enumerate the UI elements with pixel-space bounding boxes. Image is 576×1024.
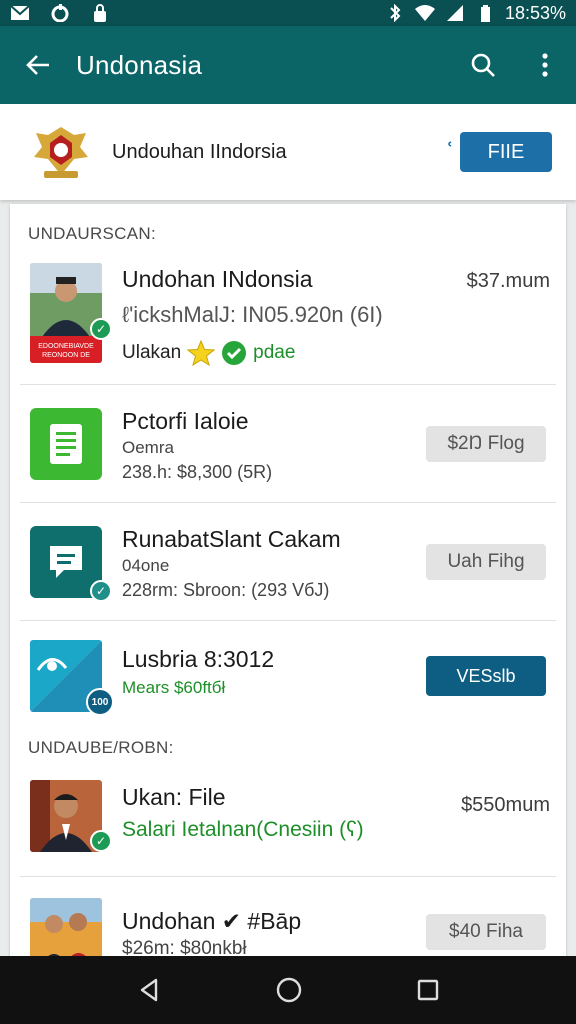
item-title: Undohan ✔ #Bāp	[122, 908, 302, 934]
item-price: $37.mum	[466, 270, 550, 292]
item-subtitle: Salari Ietalnan(Cnesiin (ʕ)	[122, 818, 364, 841]
sync-icon	[51, 4, 69, 22]
signal-icon	[446, 5, 463, 21]
divider	[20, 502, 556, 503]
section-header: UNDAUBE/ROBN:	[28, 738, 174, 757]
list-item[interactable]: 100 Lusbria 8:3012 Mears $60ftбł VESslb	[20, 636, 556, 716]
back-triangle-icon[interactable]	[136, 977, 162, 1003]
star-icon	[187, 340, 216, 366]
count-badge: 100	[86, 688, 114, 716]
arrow-left-icon	[26, 55, 49, 75]
battery-icon	[480, 5, 490, 22]
home-circle-icon[interactable]	[275, 976, 303, 1004]
list-item[interactable]: ✓ Ukan: File Salari Ietalnan(Cnesiin (ʕ)…	[20, 774, 556, 870]
search-icon	[471, 53, 495, 77]
list-item[interactable]: ✓ RunabatSlant Cakam 04one 228rm: Sbroon…	[20, 518, 556, 618]
divider	[20, 876, 556, 877]
person-photo: EDOONEBIAVDE REONOON DE	[30, 263, 102, 363]
results-card: UNDAURSCAN: EDOONEBIAVDE REONOON DE ✓ Un…	[10, 204, 566, 964]
document-app-icon	[30, 408, 102, 480]
item-subtitle: 04one	[122, 556, 170, 575]
item-action-button[interactable]: $40 Fiha	[426, 914, 546, 950]
mail-icon	[10, 5, 30, 20]
bluetooth-icon	[390, 4, 401, 22]
more-options-button[interactable]	[514, 52, 576, 78]
item-meta: 238.h: $8,300 (5R)	[122, 462, 273, 482]
info-icon[interactable]: ʿ	[445, 137, 454, 168]
item-title: Undohan INdonsia	[122, 266, 313, 292]
item-status-line: Ulakan pdae	[122, 340, 295, 366]
item-action-button[interactable]: Uah Fihg	[426, 544, 546, 580]
more-vert-icon	[542, 53, 548, 77]
item-extra-label: Ulakan	[122, 342, 182, 363]
divider	[20, 384, 556, 385]
thumb-caption-line-1: EDOONEBIAVDE	[38, 343, 94, 350]
list-item[interactable]: Pctorfi Ialoie Oemra 238.h: $8,300 (5R) …	[20, 400, 556, 500]
item-action-button[interactable]: $2Ŋ Flog	[426, 426, 546, 462]
group-photo	[30, 898, 102, 964]
list-item[interactable]: EDOONEBIAVDE REONOON DE ✓ Undohan INdons…	[20, 260, 556, 382]
file-button[interactable]: FIIE	[460, 132, 552, 172]
wifi-icon	[414, 5, 435, 21]
verified-badge-icon: ✓	[90, 318, 112, 340]
recents-square-icon[interactable]	[416, 978, 440, 1002]
thumb-caption-line-2: REONOON DE	[42, 352, 90, 359]
system-nav-bar	[0, 956, 576, 1024]
check-circle-icon	[222, 341, 247, 365]
item-title: RunabatSlant Cakam	[122, 526, 341, 552]
divider	[20, 620, 556, 621]
item-title: Ukan: File	[122, 784, 226, 810]
item-title: Lusbria 8:3012	[122, 646, 275, 672]
lock-icon	[94, 4, 106, 22]
item-status: pdae	[253, 342, 296, 363]
page-title: Undonasia	[76, 49, 203, 80]
status-bar: 18:53%	[0, 0, 576, 26]
item-title: Pctorfi Ialoie	[122, 408, 249, 434]
search-button[interactable]	[452, 52, 514, 78]
item-price: $550mum	[461, 794, 550, 816]
list-item[interactable]: Undohan ✔ #Bāp $26m: $80nkbł $40 Fiha	[20, 894, 556, 964]
garuda-emblem-icon	[34, 127, 88, 178]
app-bar: Undonasia	[0, 26, 576, 104]
verified-badge-icon: ✓	[90, 580, 112, 602]
item-subtitle: Oemra	[122, 438, 174, 457]
status-time: 18:53%	[504, 2, 566, 23]
item-subtitle: Mears $60ftбł	[122, 678, 226, 697]
item-meta: 228rm: Sbroon: (293 VбJ)	[122, 580, 330, 600]
vessel-button[interactable]: VESslb	[426, 656, 546, 696]
item-subtitle: ℓ'ickshMalJ: IN05.920n (6I)	[122, 302, 383, 327]
verified-badge-icon: ✓	[90, 830, 112, 852]
section-header: UNDAURSCAN:	[28, 224, 156, 243]
profile-header: Undouhan IIndorsia ʿ FIIE	[0, 104, 576, 200]
profile-name: Undouhan IIndorsia	[112, 140, 287, 163]
back-button[interactable]	[0, 52, 76, 78]
